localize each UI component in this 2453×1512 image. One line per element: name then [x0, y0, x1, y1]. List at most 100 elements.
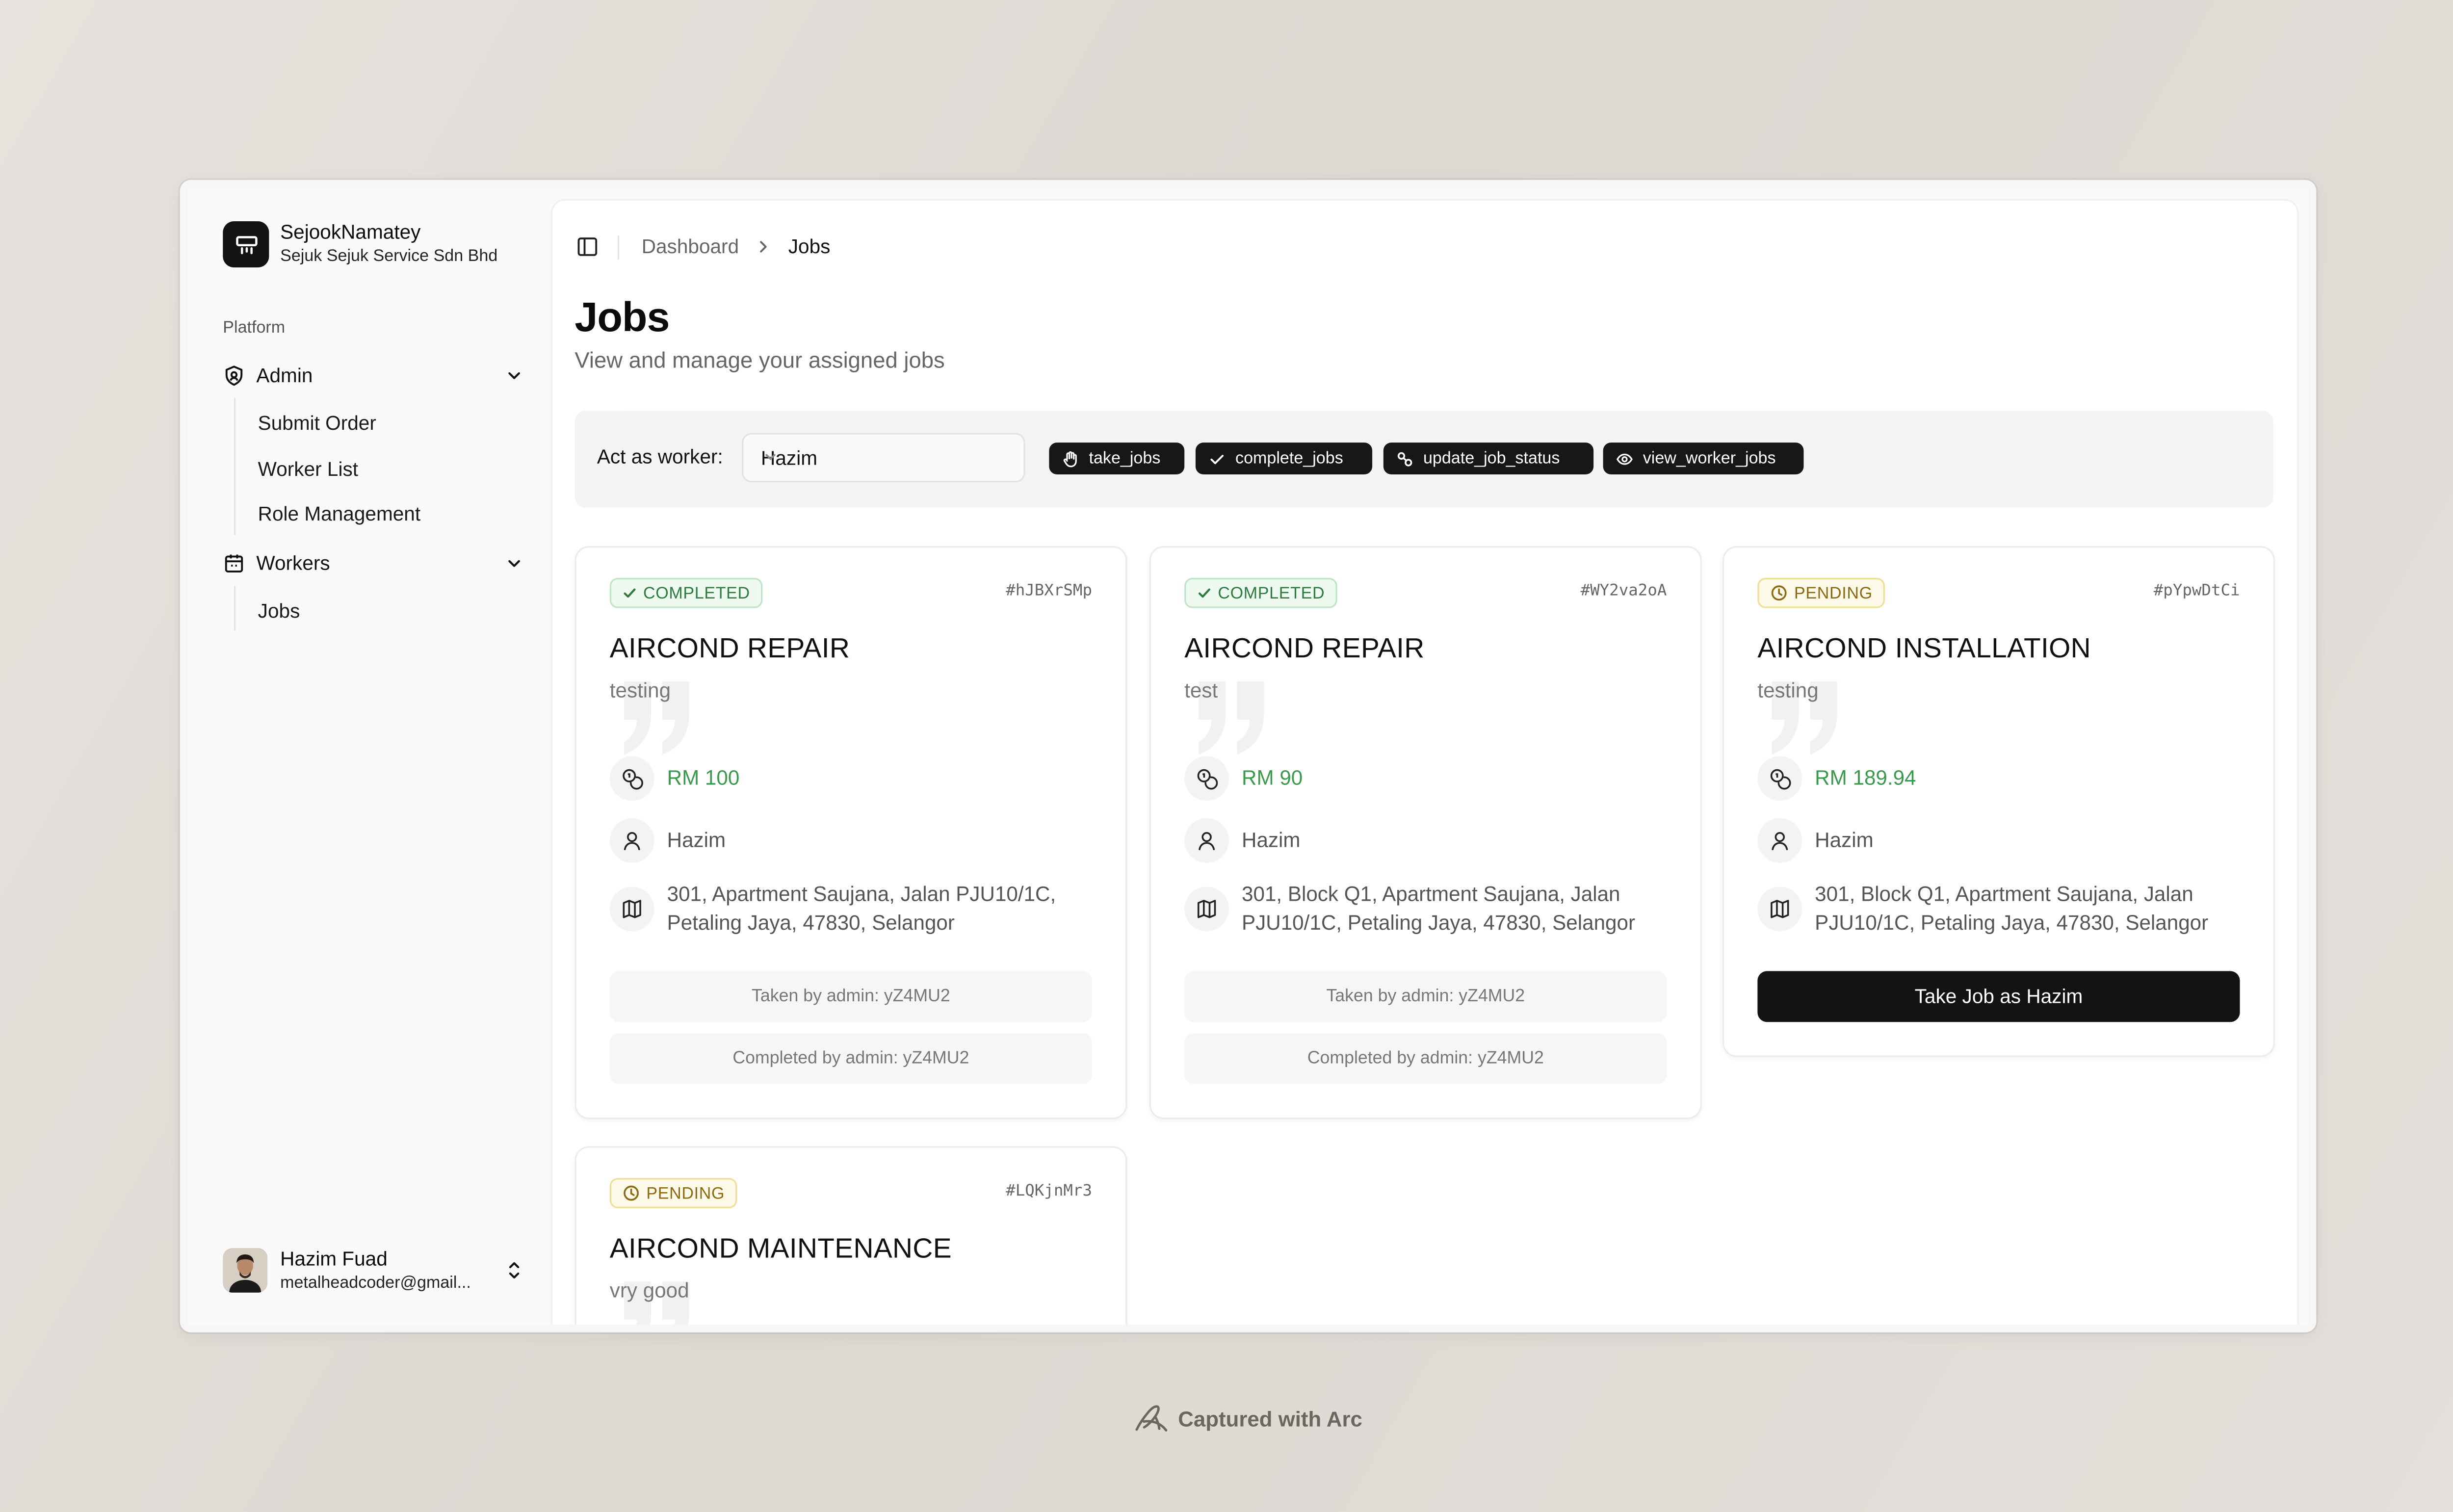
coins-icon	[609, 756, 654, 801]
job-id: #pYpwDtCi	[2153, 582, 2240, 600]
job-price: RM 100	[667, 765, 740, 790]
sidebar-toggle-icon[interactable]	[576, 235, 599, 258]
chevron-down-icon	[761, 447, 1006, 467]
sidebar-section-admin[interactable]: Admin	[223, 357, 525, 395]
sidebar-subnav-line	[234, 586, 236, 630]
map-icon	[1757, 886, 1802, 932]
job-id: #WY2va2oA	[1580, 582, 1667, 600]
job-worker-row: Hazim	[1757, 818, 1874, 863]
brand-logo-icon	[223, 221, 269, 268]
user-icon	[609, 818, 654, 863]
status-badge: PENDING	[1757, 577, 1885, 608]
coins-icon	[1184, 756, 1229, 801]
check-icon	[1208, 450, 1226, 468]
permission-label: complete_jobs	[1235, 449, 1343, 469]
job-price-row: RM 189.94	[1757, 756, 1916, 801]
topbar: Dashboard Jobs	[576, 233, 830, 261]
sidebar-item-worker-list[interactable]: Worker List	[258, 459, 358, 481]
status-badge: COMPLETED	[609, 577, 763, 608]
sidebar-subnav-line	[234, 398, 236, 535]
job-description: testing	[1757, 678, 1819, 703]
completed-by-info: Completed by admin: yZ4MU2	[1184, 1033, 1667, 1084]
job-card: PENDING #pYpwDtCi AIRCOND INSTALLATION t…	[1722, 546, 2275, 1057]
coins-icon	[1757, 756, 1802, 801]
capture-label: Captured with Arc	[1178, 1406, 1362, 1431]
job-worker-row: Hazim	[1184, 818, 1301, 863]
job-description: testing	[609, 678, 671, 703]
link-icon	[1396, 450, 1414, 468]
permission-label: view_worker_jobs	[1643, 449, 1776, 469]
brand-name: SejookNamatey	[280, 221, 421, 244]
sidebar-item-role-management[interactable]: Role Management	[258, 503, 420, 525]
job-price: RM 189.94	[1815, 765, 1916, 790]
user-menu[interactable]: Hazim Fuad metalheadcoder@gmail...	[223, 1245, 525, 1296]
user-email: metalheadcoder@gmail...	[280, 1273, 471, 1292]
map-icon	[609, 886, 654, 932]
job-worker-row: Hazim	[609, 818, 726, 863]
worker-selector-bar: Act as worker: Hazim take_jobs complete_…	[574, 411, 2273, 508]
job-card: COMPLETED #WY2va2oA AIRCOND REPAIR test …	[1149, 546, 1702, 1120]
job-price-row: RM 100	[609, 756, 740, 801]
sidebar-section-label: Workers	[256, 552, 330, 575]
job-address: 301, Block Q1, Apartment Saujana, Jalan …	[1815, 882, 2209, 935]
user-icon	[1184, 818, 1229, 863]
calendar-icon	[223, 552, 245, 574]
permission-badge-update-job-status: update_job_status	[1383, 443, 1594, 474]
job-title: AIRCOND MAINTENANCE	[609, 1232, 952, 1264]
sidebar-section-workers[interactable]: Workers	[223, 545, 525, 583]
job-card: COMPLETED #hJBXrSMp AIRCOND REPAIR testi…	[574, 546, 1127, 1120]
chevron-right-icon	[757, 239, 771, 255]
capture-watermark: Captured with Arc	[1132, 1403, 1362, 1434]
chevrons-up-down-icon[interactable]	[503, 1257, 525, 1283]
status-label: PENDING	[646, 1183, 725, 1203]
permission-label: take_jobs	[1089, 449, 1161, 469]
job-id: #LQKjnMr3	[1006, 1182, 1093, 1200]
browser-window: SejookNamatey Sejuk Sejuk Service Sdn Bh…	[180, 180, 2317, 1332]
status-label: PENDING	[1794, 583, 1873, 603]
check-icon	[1197, 586, 1211, 600]
taken-by-info: Taken by admin: yZ4MU2	[609, 971, 1093, 1022]
arc-logo-icon	[1132, 1403, 1170, 1434]
sidebar-item-jobs[interactable]: Jobs	[258, 600, 300, 622]
permission-label: update_job_status	[1423, 449, 1560, 469]
job-title: AIRCOND INSTALLATION	[1757, 632, 2091, 664]
brand[interactable]: SejookNamatey Sejuk Sejuk Service Sdn Bh…	[223, 221, 497, 268]
job-worker: Hazim	[1242, 828, 1301, 852]
completed-by-info: Completed by admin: yZ4MU2	[609, 1033, 1093, 1084]
map-icon	[1184, 886, 1229, 932]
job-id: #hJBXrSMp	[1006, 582, 1093, 600]
user-icon	[1757, 818, 1802, 863]
sidebar-group-label: Platform	[223, 318, 286, 338]
job-address-row: 301, Apartment Saujana, Jalan PJU10/1C, …	[609, 880, 1081, 938]
status-badge: COMPLETED	[1184, 577, 1338, 608]
worker-select[interactable]: Hazim	[742, 433, 1025, 483]
job-title: AIRCOND REPAIR	[1184, 632, 1425, 664]
job-worker: Hazim	[667, 828, 726, 852]
breadcrumb-dashboard[interactable]: Dashboard	[642, 235, 739, 258]
job-worker: Hazim	[1815, 828, 1874, 852]
shield-icon	[223, 365, 245, 387]
chevron-down-icon[interactable]	[503, 365, 525, 387]
status-badge: PENDING	[609, 1178, 738, 1208]
clock-icon	[1770, 584, 1788, 602]
job-description: vry good	[609, 1278, 689, 1303]
permission-badge-view-worker-jobs: view_worker_jobs	[1603, 443, 1804, 474]
sidebar-item-submit-order[interactable]: Submit Order	[258, 412, 376, 434]
app-root: SejookNamatey Sejuk Sejuk Service Sdn Bh…	[187, 187, 2309, 1325]
worker-selector-label: Act as worker:	[597, 445, 723, 469]
job-title: AIRCOND REPAIR	[609, 632, 850, 664]
eye-icon	[1616, 450, 1634, 468]
topbar-divider	[618, 235, 620, 259]
job-price-row: RM 90	[1184, 756, 1303, 801]
job-address-row: 301, Block Q1, Apartment Saujana, Jalan …	[1184, 880, 1655, 938]
check-icon	[623, 586, 637, 600]
page-subtitle: View and manage your assigned jobs	[574, 347, 945, 373]
hand-icon	[1062, 450, 1079, 468]
avatar	[223, 1248, 268, 1293]
take-job-button[interactable]: Take Job as Hazim	[1757, 971, 2240, 1022]
job-card: PENDING #LQKjnMr3 AIRCOND MAINTENANCE vr…	[574, 1146, 1127, 1325]
sidebar: SejookNamatey Sejuk Sejuk Service Sdn Bh…	[188, 188, 551, 1325]
permission-badge-take-jobs: take_jobs	[1049, 443, 1185, 474]
chevron-down-icon[interactable]	[503, 552, 525, 574]
status-label: COMPLETED	[643, 583, 750, 603]
